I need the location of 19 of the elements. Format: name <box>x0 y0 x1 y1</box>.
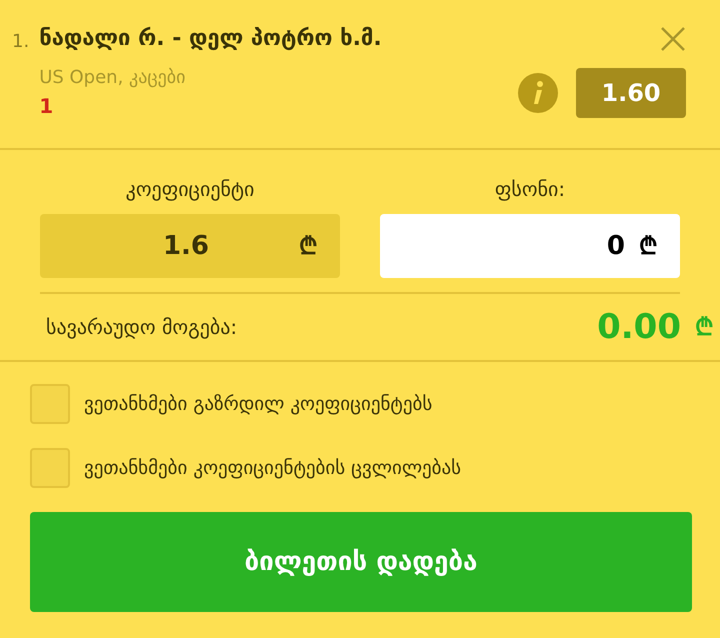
odds-label: კოეფიციენტი <box>126 176 254 203</box>
possible-win-value: 0.00 <box>597 306 681 348</box>
checkbox[interactable] <box>30 448 70 488</box>
odds-field: 1.6 ₾ <box>40 214 340 278</box>
agreement-label: ვეთანხმები კოეფიციენტების ცვლილებას <box>84 456 462 481</box>
close-icon[interactable] <box>660 26 686 52</box>
match-title: ნადალი რ. - დელ პოტრო ხ.მ. <box>39 25 383 53</box>
pick-label: 1 <box>39 93 54 120</box>
tournament-label: US Open, კაცები <box>39 66 186 90</box>
currency-sign: ₾ <box>695 312 714 343</box>
stake-label: ფსონი: <box>494 176 566 203</box>
info-icon[interactable] <box>518 73 558 113</box>
stake-input[interactable]: 0 ₾ <box>380 214 680 278</box>
odds-badge[interactable]: 1.60 <box>576 68 686 118</box>
agreement-label: ვეთანხმები გაზრდილ კოეფიციენტებს <box>84 392 432 417</box>
bet-number: 1. <box>12 30 30 54</box>
place-bet-button[interactable]: ბილეთის დადება <box>30 512 692 612</box>
possible-win-label: სავარაუდო მოგება: <box>46 314 238 341</box>
checkbox[interactable] <box>30 384 70 424</box>
